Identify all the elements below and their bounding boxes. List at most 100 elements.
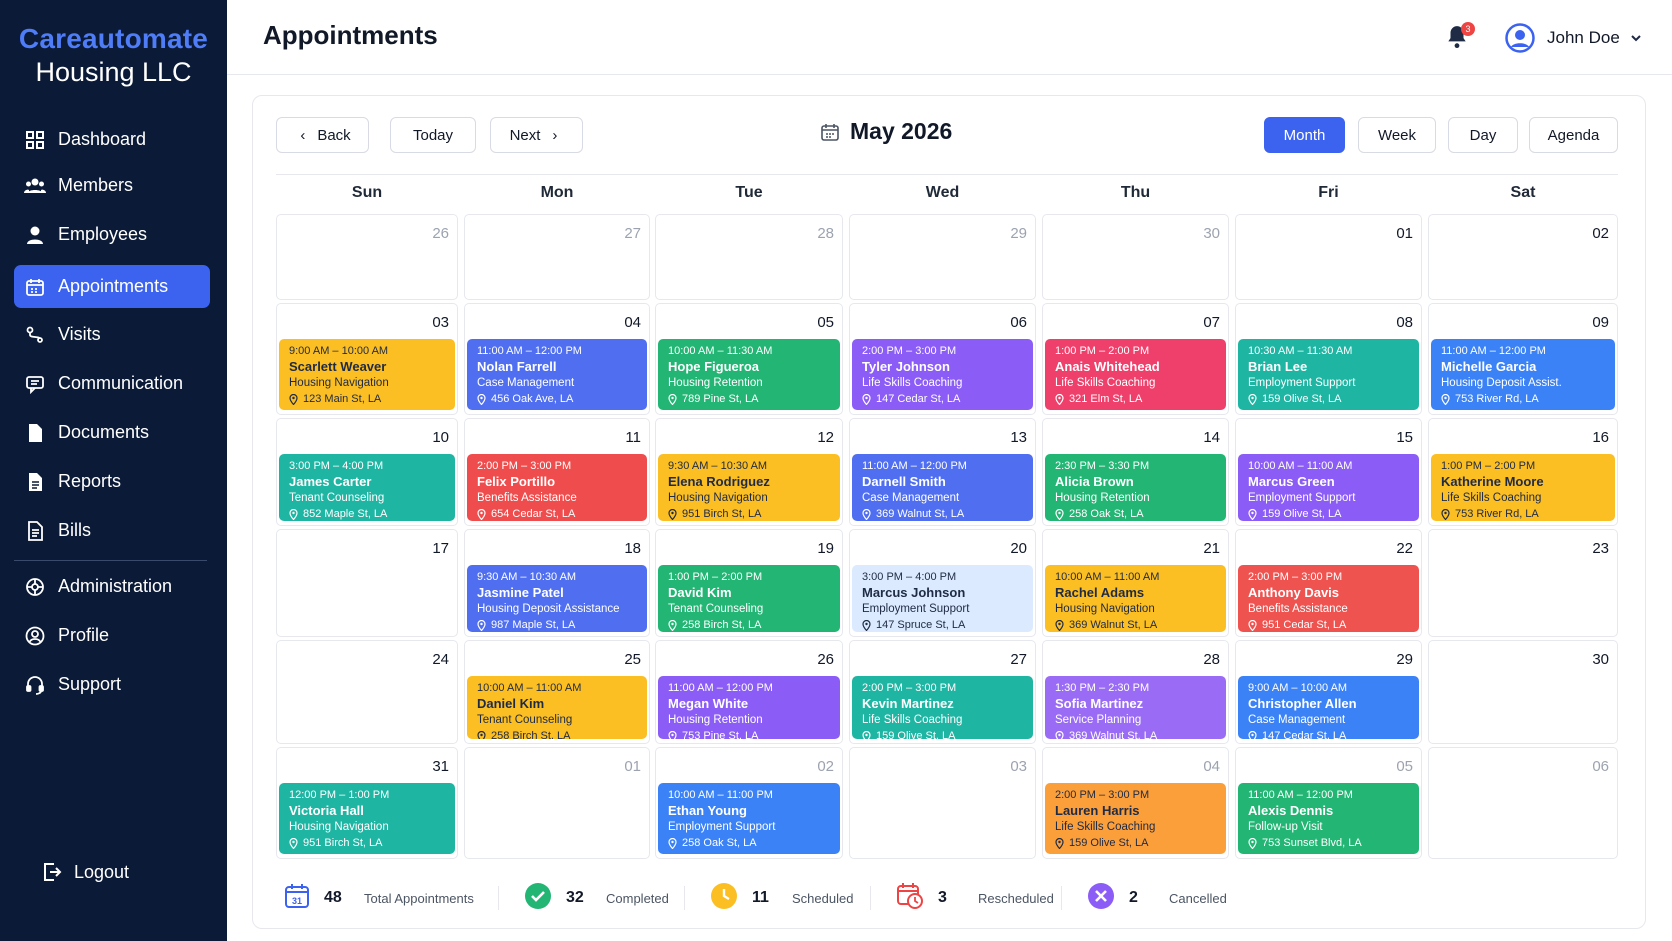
appointment-event[interactable]: 2:30 PM – 3:30 PM Alicia Brown Housing Ret… bbox=[1045, 454, 1226, 521]
view-day-button[interactable]: Day bbox=[1448, 117, 1518, 153]
appointment-address: 789 Pine St, LA bbox=[668, 391, 830, 407]
appointment-event[interactable]: 11:00 AM – 12:00 PM Michelle Garcia Housin… bbox=[1431, 339, 1615, 410]
calendar-day-cell[interactable]: 22 2:00 PM – 3:00 PM Anthony Davis Benefits… bbox=[1235, 529, 1422, 637]
stat-label: Rescheduled bbox=[978, 890, 1054, 906]
calendar-day-cell[interactable]: 01 bbox=[464, 747, 650, 859]
calendar-day-cell[interactable]: 27 bbox=[464, 214, 650, 300]
logout-button[interactable]: Logout bbox=[40, 860, 129, 884]
calendar-day-cell[interactable]: 24 bbox=[276, 640, 458, 744]
calendar-day-cell[interactable]: 04 11:00 AM – 12:00 PM Nolan Farrell Case M… bbox=[464, 303, 650, 415]
appointment-event[interactable]: 2:00 PM – 3:00 PM Lauren Harris Life Skill… bbox=[1045, 783, 1226, 854]
notifications-button[interactable]: 3 bbox=[1444, 22, 1475, 52]
calendar-day-cell[interactable]: 30 bbox=[1428, 640, 1618, 744]
appointment-address: 258 Birch St, LA bbox=[668, 617, 830, 632]
calendar-day-cell[interactable]: 13 11:00 AM – 12:00 PM Darnell Smith Case M… bbox=[849, 418, 1036, 526]
appointment-event[interactable]: 10:00 AM – 11:00 PM Ethan Young Employment… bbox=[658, 783, 840, 854]
appointment-event[interactable]: 1:30 PM – 2:30 PM Sofia Martinez Service P… bbox=[1045, 676, 1226, 739]
calendar-day-cell[interactable]: 09 11:00 AM – 12:00 PM Michelle Garcia Hous… bbox=[1428, 303, 1618, 415]
appointment-event[interactable]: 10:30 AM – 11:30 AM Brian Lee Employment S… bbox=[1238, 339, 1419, 410]
sidebar-item-documents[interactable]: Documents bbox=[14, 411, 210, 454]
calendar-day-cell[interactable]: 21 10:00 AM – 11:00 AM Rachel Adams Housing… bbox=[1042, 529, 1229, 637]
calendar-day-cell[interactable]: 31 12:00 PM – 1:00 PM Victoria Hall Housing… bbox=[276, 747, 458, 859]
view-month-button[interactable]: Month bbox=[1264, 117, 1345, 153]
sidebar-item-profile[interactable]: Profile bbox=[14, 614, 210, 657]
view-week-button[interactable]: Week bbox=[1358, 117, 1436, 153]
appointment-event[interactable]: 11:00 AM – 12:00 PM Nolan Farrell Case Man… bbox=[467, 339, 647, 410]
appointment-event[interactable]: 11:00 AM – 12:00 PM Megan White Housing Re… bbox=[658, 676, 840, 739]
appointment-client: Felix Portillo bbox=[477, 474, 556, 489]
appointment-time: 2:30 PM – 3:30 PM bbox=[1055, 460, 1150, 472]
appointment-event[interactable]: 10:00 AM – 11:00 AM Rachel Adams Housing N… bbox=[1045, 565, 1226, 632]
appointment-event[interactable]: 9:30 AM – 10:30 AM Jasmine Patel Housing D… bbox=[467, 565, 647, 632]
next-button[interactable]: Next › bbox=[490, 117, 583, 153]
sidebar-item-administration[interactable]: Administration bbox=[14, 565, 210, 608]
appointment-event[interactable]: 1:00 PM – 2:00 PM Katherine Moore Life Ski… bbox=[1431, 454, 1615, 521]
appointment-event[interactable]: 1:00 PM – 2:00 PM Anais Whitehead Life Ski… bbox=[1045, 339, 1226, 410]
calendar-day-cell[interactable]: 05 11:00 AM – 12:00 PM Alexis Dennis Follow… bbox=[1235, 747, 1422, 859]
sidebar-item-employees[interactable]: Employees bbox=[14, 213, 210, 256]
calendar-day-cell[interactable]: 07 1:00 PM – 2:00 PM Anais Whitehead Life S… bbox=[1042, 303, 1229, 415]
calendar-day-cell[interactable]: 06 2:00 PM – 3:00 PM Tyler Johnson Life Ski… bbox=[849, 303, 1036, 415]
calendar-day-cell[interactable]: 29 bbox=[849, 214, 1036, 300]
stat-value: 11 bbox=[752, 889, 769, 906]
calendar-day-cell[interactable]: 19 1:00 PM – 2:00 PM David Kim Tenant Couns… bbox=[655, 529, 843, 637]
sidebar-item-support[interactable]: Support bbox=[14, 663, 210, 706]
calendar-day-cell[interactable]: 10 3:00 PM – 4:00 PM James Carter Tenant Co… bbox=[276, 418, 458, 526]
day-number: 18 bbox=[624, 540, 641, 557]
calendar-day-cell[interactable]: 28 1:30 PM – 2:30 PM Sofia Martinez Service… bbox=[1042, 640, 1229, 744]
back-button[interactable]: ‹ Back bbox=[276, 117, 369, 153]
appointment-event[interactable]: 3:00 PM – 4:00 PM James Carter Tenant Coun… bbox=[279, 454, 455, 521]
calendar-day-cell[interactable]: 18 9:30 AM – 10:30 AM Jasmine Patel Housing… bbox=[464, 529, 650, 637]
calendar-day-cell[interactable]: 25 10:00 AM – 11:00 AM Daniel Kim Tenant Co… bbox=[464, 640, 650, 744]
calendar-day-cell[interactable]: 05 10:00 AM – 11:30 AM Hope Figueroa Housin… bbox=[655, 303, 843, 415]
appointment-event[interactable]: 2:00 PM – 3:00 PM Felix Portillo Benefits … bbox=[467, 454, 647, 521]
sidebar-item-communication[interactable]: Communication bbox=[14, 362, 210, 405]
calendar-day-cell[interactable]: 27 2:00 PM – 3:00 PM Kevin Martinez Life Sk… bbox=[849, 640, 1036, 744]
appointment-event[interactable]: 2:00 PM – 3:00 PM Anthony Davis Benefits A… bbox=[1238, 565, 1419, 632]
calendar-day-cell[interactable]: 15 10:00 AM – 11:00 AM Marcus Green Employm… bbox=[1235, 418, 1422, 526]
calendar-day-cell[interactable]: 02 bbox=[1428, 214, 1618, 300]
calendar-day-cell[interactable]: 28 bbox=[655, 214, 843, 300]
calendar-day-cell[interactable]: 14 2:30 PM – 3:30 PM Alicia Brown Housing R… bbox=[1042, 418, 1229, 526]
appointment-event[interactable]: 10:00 AM – 11:00 AM Daniel Kim Tenant Coun… bbox=[467, 676, 647, 739]
appointment-event[interactable]: 1:00 PM – 2:00 PM David Kim Tenant Counsel… bbox=[658, 565, 840, 632]
address-text: 753 Pine St, LA bbox=[682, 730, 759, 739]
sidebar-item-visits[interactable]: Visits bbox=[14, 313, 210, 356]
appointment-event[interactable]: 11:00 AM – 12:00 PM Alexis Dennis Follow-u… bbox=[1238, 783, 1419, 854]
appointment-event[interactable]: 9:30 AM – 10:30 AM Elena Rodriguez Housing… bbox=[658, 454, 840, 521]
appointment-event[interactable]: 11:00 AM – 12:00 PM Darnell Smith Case Man… bbox=[852, 454, 1033, 521]
appointment-event[interactable]: 12:00 PM – 1:00 PM Victoria Hall Housing N… bbox=[279, 783, 455, 854]
appointment-event[interactable]: 3:00 PM – 4:00 PM Marcus Johnson Employmen… bbox=[852, 565, 1033, 632]
calendar-day-cell[interactable]: 01 bbox=[1235, 214, 1422, 300]
calendar-day-cell[interactable]: 26 bbox=[276, 214, 458, 300]
sidebar-item-appointments[interactable]: Appointments bbox=[14, 265, 210, 308]
user-menu[interactable]: John Doe bbox=[1505, 22, 1642, 54]
sidebar-item-dashboard[interactable]: Dashboard bbox=[14, 118, 210, 161]
calendar-day-cell[interactable]: 26 11:00 AM – 12:00 PM Megan White Housing … bbox=[655, 640, 843, 744]
calendar-day-cell[interactable]: 12 9:30 AM – 10:30 AM Elena Rodriguez Housi… bbox=[655, 418, 843, 526]
calendar-day-cell[interactable]: 29 9:00 AM – 10:00 AM Christopher Allen Cas… bbox=[1235, 640, 1422, 744]
today-button[interactable]: Today bbox=[390, 117, 476, 153]
appointment-event[interactable]: 9:00 AM – 10:00 AM Christopher Allen Case … bbox=[1238, 676, 1419, 739]
appointment-event[interactable]: 10:00 AM – 11:00 AM Marcus Green Employmen… bbox=[1238, 454, 1419, 521]
calendar-day-cell[interactable]: 03 9:00 AM – 10:00 AM Scarlett Weaver Housi… bbox=[276, 303, 458, 415]
appointment-event[interactable]: 2:00 PM – 3:00 PM Tyler Johnson Life Skill… bbox=[852, 339, 1033, 410]
calendar-day-cell[interactable]: 02 10:00 AM – 11:00 PM Ethan Young Employme… bbox=[655, 747, 843, 859]
calendar-day-cell[interactable]: 16 1:00 PM – 2:00 PM Katherine Moore Life S… bbox=[1428, 418, 1618, 526]
view-agenda-button[interactable]: Agenda bbox=[1529, 117, 1618, 153]
appointment-event[interactable]: 2:00 PM – 3:00 PM Kevin Martinez Life Skil… bbox=[852, 676, 1033, 739]
sidebar-item-bills[interactable]: Bills bbox=[14, 509, 210, 552]
calendar-day-cell[interactable]: 23 bbox=[1428, 529, 1618, 637]
sidebar-item-reports[interactable]: Reports bbox=[14, 460, 210, 503]
calendar-day-cell[interactable]: 11 2:00 PM – 3:00 PM Felix Portillo Benefit… bbox=[464, 418, 650, 526]
calendar-day-cell[interactable]: 03 bbox=[849, 747, 1036, 859]
appointment-event[interactable]: 10:00 AM – 11:30 AM Hope Figueroa Housing … bbox=[658, 339, 840, 410]
sidebar-item-members[interactable]: Members bbox=[14, 164, 210, 207]
calendar-day-cell[interactable]: 08 10:30 AM – 11:30 AM Brian Lee Employment… bbox=[1235, 303, 1422, 415]
calendar-day-cell[interactable]: 30 bbox=[1042, 214, 1229, 300]
calendar-day-cell[interactable]: 20 3:00 PM – 4:00 PM Marcus Johnson Employm… bbox=[849, 529, 1036, 637]
calendar-day-cell[interactable]: 04 2:00 PM – 3:00 PM Lauren Harris Life Ski… bbox=[1042, 747, 1229, 859]
calendar-day-cell[interactable]: 06 bbox=[1428, 747, 1618, 859]
appointment-event[interactable]: 9:00 AM – 10:00 AM Scarlett Weaver Housing… bbox=[279, 339, 455, 410]
calendar-day-cell[interactable]: 17 bbox=[276, 529, 458, 637]
